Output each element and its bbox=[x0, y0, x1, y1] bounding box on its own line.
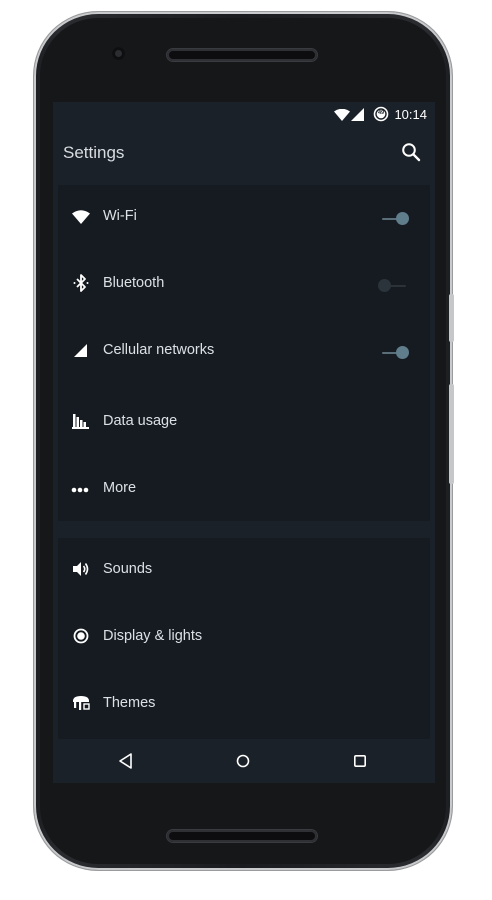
cellular-signal-icon bbox=[74, 344, 87, 357]
display-icon bbox=[73, 628, 89, 644]
search-icon bbox=[402, 143, 421, 162]
themes-icon bbox=[73, 696, 90, 710]
settings-item-wifi[interactable]: Wi-Fi bbox=[58, 185, 430, 252]
settings-item-label: Bluetooth bbox=[103, 275, 165, 291]
toggle-thumb bbox=[396, 346, 409, 359]
settings-item-data-usage[interactable]: Data usage bbox=[58, 386, 430, 453]
settings-item-label: Cellular networks bbox=[103, 342, 215, 358]
settings-item-themes[interactable]: Themes bbox=[58, 672, 430, 739]
wifi-icon bbox=[72, 210, 90, 224]
settings-item-label: Themes bbox=[103, 695, 156, 711]
front-camera bbox=[112, 47, 125, 60]
home-button[interactable] bbox=[231, 749, 255, 773]
more-dots-icon bbox=[71, 487, 89, 493]
back-icon bbox=[119, 753, 132, 769]
recents-button[interactable] bbox=[348, 749, 372, 773]
navigation-bar bbox=[53, 739, 435, 783]
settings-item-label: Data usage bbox=[103, 413, 178, 429]
settings-item-display-lights[interactable]: Display & lights bbox=[58, 605, 430, 672]
settings-section-wireless: Wi-Fi Bluetooth Cellular networks Data u… bbox=[58, 185, 430, 521]
bluetooth-toggle[interactable] bbox=[378, 279, 408, 293]
settings-item-more[interactable]: More bbox=[58, 453, 430, 520]
wifi-toggle[interactable] bbox=[382, 212, 409, 226]
battery-level: 49 bbox=[377, 110, 385, 116]
cellular-toggle[interactable] bbox=[382, 346, 409, 360]
screen: 49 10:14 Settings Wi-Fi Bluetooth Cellul… bbox=[53, 102, 435, 783]
status-bar: 49 10:14 bbox=[53, 102, 435, 127]
settings-item-cellular-networks[interactable]: Cellular networks bbox=[58, 319, 430, 386]
wifi-status-icon bbox=[334, 109, 350, 121]
settings-item-sounds[interactable]: Sounds bbox=[58, 538, 430, 605]
settings-item-label: Wi-Fi bbox=[103, 208, 137, 224]
status-time: 10:14 bbox=[394, 107, 427, 122]
recents-icon bbox=[354, 755, 366, 767]
toggle-thumb bbox=[378, 279, 391, 292]
top-speaker bbox=[167, 49, 317, 61]
settings-item-label: Sounds bbox=[103, 561, 153, 577]
toggle-thumb bbox=[396, 212, 409, 225]
settings-section-device: Sounds Display & lights Themes bbox=[58, 538, 430, 740]
home-icon bbox=[236, 754, 250, 768]
power-button bbox=[449, 294, 454, 342]
cellular-status-icon bbox=[351, 108, 364, 121]
search-button[interactable] bbox=[399, 140, 423, 164]
page-title: Settings bbox=[63, 143, 125, 162]
settings-item-label: More bbox=[103, 480, 137, 496]
bottom-speaker bbox=[167, 830, 317, 842]
back-button[interactable] bbox=[114, 749, 138, 773]
app-toolbar: Settings bbox=[53, 127, 435, 182]
volume-icon bbox=[73, 562, 89, 576]
bluetooth-icon bbox=[73, 274, 89, 292]
data-usage-icon bbox=[72, 414, 89, 429]
volume-button bbox=[449, 384, 454, 484]
settings-item-bluetooth[interactable]: Bluetooth bbox=[58, 252, 430, 319]
settings-item-label: Display & lights bbox=[103, 628, 203, 644]
